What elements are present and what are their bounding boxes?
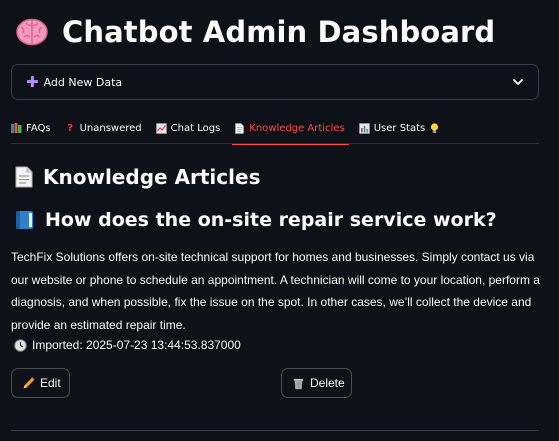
tab-bar-divider — [11, 143, 539, 144]
delete-button[interactable]: Delete — [281, 368, 352, 398]
tab-label: Knowledge Articles — [249, 122, 345, 134]
imported-timestamp: Imported: 2025-07-23 13:44:53.837000 — [14, 338, 241, 352]
bar-chart-icon — [358, 122, 370, 134]
expander-label: Add New Data — [43, 75, 123, 89]
clock-icon — [14, 338, 27, 352]
article-title: How does the on-site repair service work… — [15, 209, 497, 231]
section-heading: Knowledge Articles — [15, 165, 260, 189]
app-header: Chatbot Admin Dashboard — [14, 10, 495, 54]
tab-label: User Stats — [373, 122, 426, 134]
add-new-data-expander[interactable]: ✚ Add New Data — [11, 64, 539, 100]
article-body: TechFix Solutions offers on-site technic… — [11, 250, 540, 332]
page-icon — [15, 166, 33, 188]
tab-label: FAQs — [26, 122, 51, 134]
page-title: Chatbot Admin Dashboard — [62, 15, 496, 49]
pencil-icon — [22, 376, 35, 390]
books-icon — [11, 123, 22, 134]
tab-label: Unanswered — [79, 122, 142, 134]
plus-icon: ✚ — [26, 72, 39, 91]
chevron-down-icon[interactable] — [512, 76, 524, 88]
blue-book-icon — [15, 210, 35, 230]
wastebasket-icon — [292, 377, 305, 390]
question-mark-icon: ? — [67, 122, 73, 134]
tab-knowledge-articles[interactable]: Knowledge Articles — [232, 114, 351, 145]
tab-unanswered[interactable]: ? Unanswered — [65, 114, 149, 144]
tab-faqs[interactable]: FAQs — [11, 114, 58, 144]
brain-icon — [14, 14, 50, 50]
page-icon — [234, 122, 245, 134]
lightbulb-icon — [429, 122, 440, 134]
tab-chat-logs[interactable]: Chat Logs — [155, 114, 228, 144]
delete-button-label: Delete — [310, 376, 345, 390]
tab-label: Chat Logs — [170, 122, 221, 134]
article-title-text: How does the on-site repair service work… — [45, 209, 497, 231]
section-heading-text: Knowledge Articles — [43, 165, 261, 189]
divider — [11, 430, 539, 431]
dashboard-page: Chatbot Admin Dashboard ✚ Add New Data F… — [0, 0, 559, 441]
chart-icon — [155, 122, 167, 134]
imported-label: Imported: 2025-07-23 13:44:53.837000 — [32, 338, 241, 352]
edit-button[interactable]: Edit — [11, 368, 70, 398]
tab-user-stats[interactable]: User Stats — [358, 114, 448, 144]
tab-bar: FAQs ? Unanswered Chat Logs Knowledge Ar… — [11, 114, 539, 145]
edit-button-label: Edit — [40, 376, 61, 390]
